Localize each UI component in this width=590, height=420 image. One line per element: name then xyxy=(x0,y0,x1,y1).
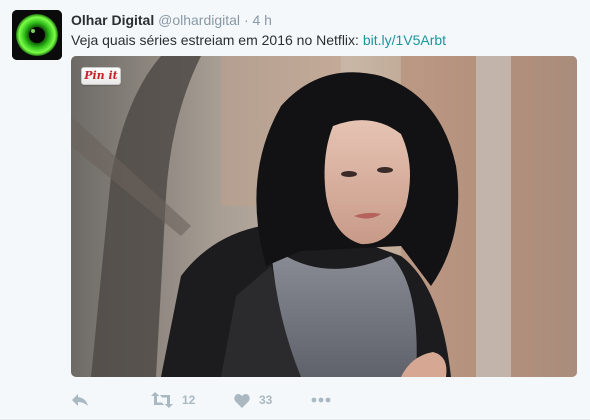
user-handle[interactable]: @olhardigital xyxy=(158,12,240,28)
retweet-count: 12 xyxy=(182,393,196,407)
display-name[interactable]: Olhar Digital xyxy=(71,12,154,28)
tweet-card: Olhar Digital @olhardigital · 4 h Veja q… xyxy=(0,0,590,420)
retweet-button[interactable]: 12 xyxy=(151,390,195,410)
tweet-link[interactable]: bit.ly/1V5Arbt xyxy=(363,32,446,48)
tweet-actions: 12 33 xyxy=(71,390,391,410)
reply-button[interactable] xyxy=(71,390,89,410)
tweet-body: Veja quais séries estreiam em 2016 no Ne… xyxy=(71,32,363,48)
timestamp[interactable]: 4 h xyxy=(253,12,272,28)
separator-dot: · xyxy=(243,12,249,28)
like-button[interactable]: 33 xyxy=(234,390,272,410)
green-eye-logo-icon xyxy=(12,10,62,60)
pin-it-button[interactable]: Pin it xyxy=(81,67,121,85)
more-button[interactable] xyxy=(311,390,331,410)
heart-icon xyxy=(234,393,250,408)
more-icon xyxy=(311,397,331,403)
tweet-header: Olhar Digital @olhardigital · 4 h xyxy=(71,11,272,29)
retweet-icon xyxy=(151,392,173,408)
like-count: 33 xyxy=(259,393,273,407)
tweet-text: Veja quais séries estreiam em 2016 no Ne… xyxy=(71,31,446,49)
photo-image xyxy=(71,56,577,377)
reply-icon xyxy=(72,394,88,406)
avatar[interactable] xyxy=(12,10,62,60)
tweet-media-photo[interactable] xyxy=(71,56,577,377)
